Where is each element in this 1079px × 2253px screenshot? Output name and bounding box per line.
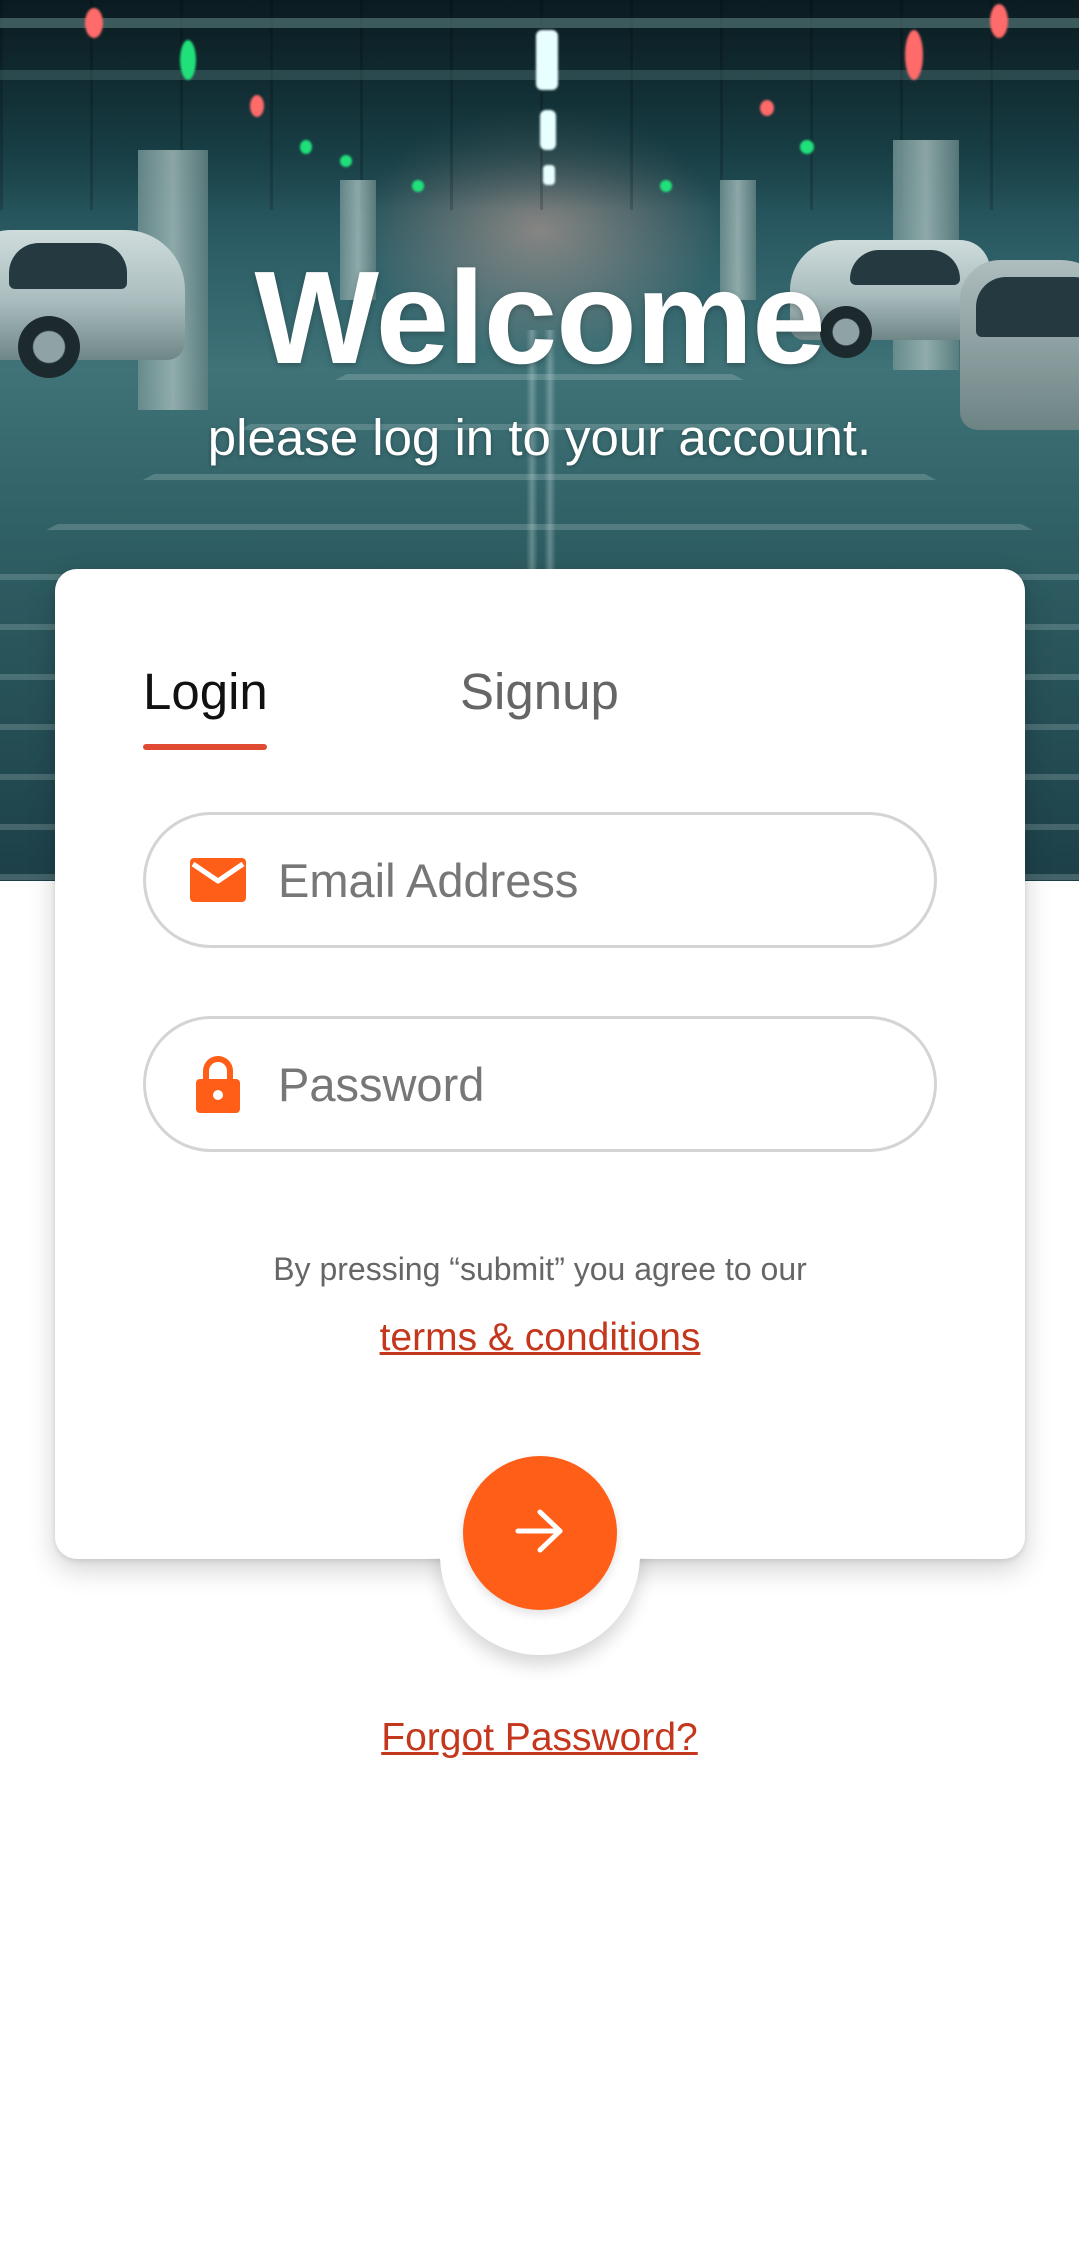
- ceiling-pipe: [0, 18, 1079, 28]
- active-tab-indicator: [143, 744, 267, 750]
- ceiling-light: [905, 30, 923, 80]
- ceiling-light: [340, 155, 352, 167]
- ceiling-light: [660, 180, 672, 192]
- ceiling-light: [412, 180, 424, 192]
- ceiling-light: [760, 100, 774, 116]
- lock-icon: [190, 1056, 246, 1113]
- tab-signup[interactable]: Signup: [460, 661, 619, 723]
- welcome-subtitle: please log in to your account.: [207, 409, 872, 466]
- arrow-right-icon: [514, 1508, 566, 1559]
- ceiling-light: [540, 110, 556, 150]
- ceiling-light: [180, 40, 196, 80]
- login-card: Login Signup By pressing “submi: [55, 569, 1025, 1559]
- ceiling-light: [800, 140, 814, 154]
- email-input[interactable]: [278, 815, 898, 945]
- ceiling-light: [300, 140, 312, 154]
- tab-login[interactable]: Login: [143, 661, 268, 723]
- welcome-title: Welcome: [254, 244, 825, 391]
- login-screen: Welcome please log in to your account. L…: [0, 0, 1079, 2253]
- terms-conditions-link[interactable]: terms & conditions: [55, 1314, 1025, 1362]
- ceiling-light: [85, 8, 103, 38]
- email-field[interactable]: [143, 812, 937, 948]
- ceiling-light: [250, 95, 264, 117]
- password-input[interactable]: [278, 1019, 898, 1149]
- terms-agreement-text: By pressing “submit” you agree to our: [273, 1251, 807, 1287]
- forgot-password-link[interactable]: Forgot Password?: [0, 1714, 1079, 1762]
- password-field[interactable]: [143, 1016, 937, 1152]
- submit-button[interactable]: [463, 1456, 617, 1610]
- ceiling-light: [990, 4, 1008, 38]
- ceiling-light: [536, 30, 558, 90]
- ceiling-light: [543, 165, 555, 185]
- envelope-icon: [190, 852, 246, 908]
